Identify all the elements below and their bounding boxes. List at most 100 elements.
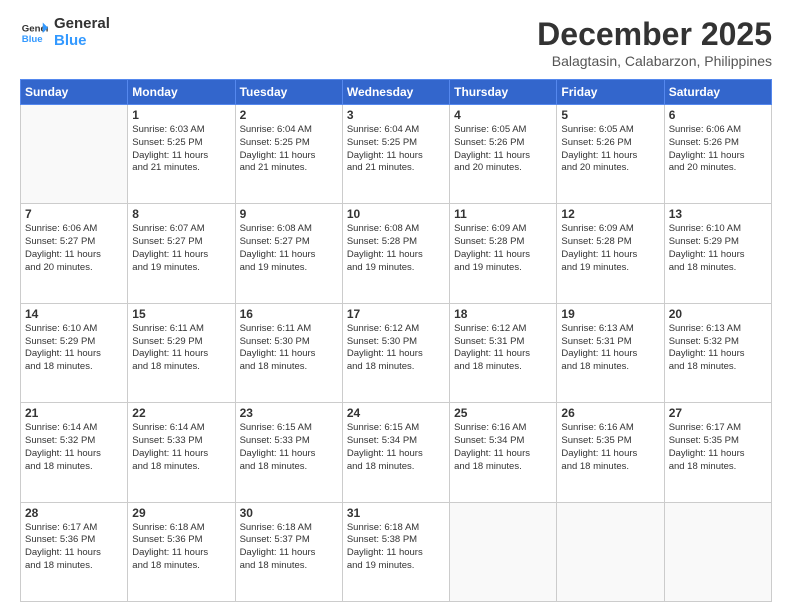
day-info: Sunrise: 6:11 AM Sunset: 5:30 PM Dayligh… (240, 323, 338, 374)
day-number: 19 (561, 307, 659, 321)
table-cell: 19 Sunrise: 6:13 AM Sunset: 5:31 PM Dayli… (557, 303, 664, 402)
day-info: Sunrise: 6:12 AM Sunset: 5:30 PM Dayligh… (347, 323, 445, 374)
table-cell: 20 Sunrise: 6:13 AM Sunset: 5:32 PM Dayli… (664, 303, 771, 402)
table-cell: 10 Sunrise: 6:08 AM Sunset: 5:28 PM Dayli… (342, 204, 449, 303)
day-info: Sunrise: 6:05 AM Sunset: 5:26 PM Dayligh… (561, 124, 659, 175)
day-number: 2 (240, 108, 338, 122)
calendar-week-row: 14Sunrise: 6:10 AM Sunset: 5:29 PM Dayli… (21, 303, 772, 402)
table-cell: 18 Sunrise: 6:12 AM Sunset: 5:31 PM Dayli… (450, 303, 557, 402)
day-number: 26 (561, 406, 659, 420)
day-number: 15 (132, 307, 230, 321)
table-cell: 27 Sunrise: 6:17 AM Sunset: 5:35 PM Dayli… (664, 403, 771, 502)
table-cell: 16 Sunrise: 6:11 AM Sunset: 5:30 PM Dayli… (235, 303, 342, 402)
day-number: 8 (132, 207, 230, 221)
day-number: 27 (669, 406, 767, 420)
day-info: Sunrise: 6:18 AM Sunset: 5:36 PM Dayligh… (132, 522, 230, 573)
table-cell: 17 Sunrise: 6:12 AM Sunset: 5:30 PM Dayli… (342, 303, 449, 402)
day-info: Sunrise: 6:06 AM Sunset: 5:26 PM Dayligh… (669, 124, 767, 175)
page: General Blue General Blue December 2025 … (0, 0, 792, 612)
table-cell: 3 Sunrise: 6:04 AM Sunset: 5:25 PM Daylig… (342, 105, 449, 204)
day-number: 25 (454, 406, 552, 420)
day-info: Sunrise: 6:04 AM Sunset: 5:25 PM Dayligh… (240, 124, 338, 175)
calendar-week-row: 21 Sunrise: 6:14 AM Sunset: 5:32 PM Dayli… (21, 403, 772, 502)
table-cell: 31Sunrise: 6:18 AM Sunset: 5:38 PM Dayli… (342, 502, 449, 601)
day-info: Sunrise: 6:12 AM Sunset: 5:31 PM Dayligh… (454, 323, 552, 374)
table-cell: 14Sunrise: 6:10 AM Sunset: 5:29 PM Dayli… (21, 303, 128, 402)
day-info: Sunrise: 6:08 AM Sunset: 5:27 PM Dayligh… (240, 223, 338, 274)
day-info: Sunrise: 6:07 AM Sunset: 5:27 PM Dayligh… (132, 223, 230, 274)
table-cell: 4 Sunrise: 6:05 AM Sunset: 5:26 PM Daylig… (450, 105, 557, 204)
table-cell: 12Sunrise: 6:09 AM Sunset: 5:28 PM Dayli… (557, 204, 664, 303)
day-number: 1 (132, 108, 230, 122)
logo-icon: General Blue (20, 19, 48, 47)
table-cell: 8 Sunrise: 6:07 AM Sunset: 5:27 PM Daylig… (128, 204, 235, 303)
day-number: 3 (347, 108, 445, 122)
day-info: Sunrise: 6:09 AM Sunset: 5:28 PM Dayligh… (454, 223, 552, 274)
day-info: Sunrise: 6:17 AM Sunset: 5:35 PM Dayligh… (669, 422, 767, 473)
table-cell: 29Sunrise: 6:18 AM Sunset: 5:36 PM Dayli… (128, 502, 235, 601)
header-thursday: Thursday (450, 80, 557, 105)
day-info: Sunrise: 6:18 AM Sunset: 5:38 PM Dayligh… (347, 522, 445, 573)
day-info: Sunrise: 6:15 AM Sunset: 5:33 PM Dayligh… (240, 422, 338, 473)
day-info: Sunrise: 6:05 AM Sunset: 5:26 PM Dayligh… (454, 124, 552, 175)
table-cell: 24Sunrise: 6:15 AM Sunset: 5:34 PM Dayli… (342, 403, 449, 502)
day-number: 24 (347, 406, 445, 420)
day-info: Sunrise: 6:11 AM Sunset: 5:29 PM Dayligh… (132, 323, 230, 374)
header-wednesday: Wednesday (342, 80, 449, 105)
header-sunday: Sunday (21, 80, 128, 105)
day-number: 17 (347, 307, 445, 321)
day-number: 18 (454, 307, 552, 321)
day-number: 13 (669, 207, 767, 221)
day-info: Sunrise: 6:10 AM Sunset: 5:29 PM Dayligh… (25, 323, 123, 374)
day-info: Sunrise: 6:10 AM Sunset: 5:29 PM Dayligh… (669, 223, 767, 274)
day-info: Sunrise: 6:14 AM Sunset: 5:32 PM Dayligh… (25, 422, 123, 473)
day-info: Sunrise: 6:14 AM Sunset: 5:33 PM Dayligh… (132, 422, 230, 473)
header-monday: Monday (128, 80, 235, 105)
table-cell: 11Sunrise: 6:09 AM Sunset: 5:28 PM Dayli… (450, 204, 557, 303)
day-info: Sunrise: 6:08 AM Sunset: 5:28 PM Dayligh… (347, 223, 445, 274)
table-cell: 2 Sunrise: 6:04 AM Sunset: 5:25 PM Daylig… (235, 105, 342, 204)
header: General Blue General Blue December 2025 … (20, 16, 772, 69)
table-cell: 25 Sunrise: 6:16 AM Sunset: 5:34 PM Dayli… (450, 403, 557, 502)
day-info: Sunrise: 6:13 AM Sunset: 5:32 PM Dayligh… (669, 323, 767, 374)
day-number: 23 (240, 406, 338, 420)
calendar-week-row: 7Sunrise: 6:06 AM Sunset: 5:27 PM Daylig… (21, 204, 772, 303)
day-number: 4 (454, 108, 552, 122)
logo-text-blue: Blue (54, 33, 110, 50)
calendar-week-row: 1Sunrise: 6:03 AM Sunset: 5:25 PM Daylig… (21, 105, 772, 204)
table-cell: 15 Sunrise: 6:11 AM Sunset: 5:29 PM Dayli… (128, 303, 235, 402)
table-cell (664, 502, 771, 601)
header-saturday: Saturday (664, 80, 771, 105)
svg-text:Blue: Blue (22, 33, 43, 44)
day-info: Sunrise: 6:16 AM Sunset: 5:35 PM Dayligh… (561, 422, 659, 473)
location: Balagtasin, Calabarzon, Philippines (537, 53, 772, 69)
calendar-week-row: 28 Sunrise: 6:17 AM Sunset: 5:36 PM Dayli… (21, 502, 772, 601)
title-block: December 2025 Balagtasin, Calabarzon, Ph… (537, 16, 772, 69)
logo: General Blue General Blue (20, 16, 110, 49)
table-cell: 1Sunrise: 6:03 AM Sunset: 5:25 PM Daylig… (128, 105, 235, 204)
day-info: Sunrise: 6:13 AM Sunset: 5:31 PM Dayligh… (561, 323, 659, 374)
day-info: Sunrise: 6:18 AM Sunset: 5:37 PM Dayligh… (240, 522, 338, 573)
day-info: Sunrise: 6:17 AM Sunset: 5:36 PM Dayligh… (25, 522, 123, 573)
calendar-table: Sunday Monday Tuesday Wednesday Thursday… (20, 79, 772, 602)
table-cell: 7Sunrise: 6:06 AM Sunset: 5:27 PM Daylig… (21, 204, 128, 303)
table-cell: 23 Sunrise: 6:15 AM Sunset: 5:33 PM Dayli… (235, 403, 342, 502)
day-number: 10 (347, 207, 445, 221)
day-number: 5 (561, 108, 659, 122)
table-cell: 30 Sunrise: 6:18 AM Sunset: 5:37 PM Dayli… (235, 502, 342, 601)
day-info: Sunrise: 6:04 AM Sunset: 5:25 PM Dayligh… (347, 124, 445, 175)
month-title: December 2025 (537, 16, 772, 53)
day-number: 20 (669, 307, 767, 321)
day-number: 22 (132, 406, 230, 420)
table-cell (450, 502, 557, 601)
table-cell (557, 502, 664, 601)
table-cell: 6Sunrise: 6:06 AM Sunset: 5:26 PM Daylig… (664, 105, 771, 204)
day-number: 30 (240, 506, 338, 520)
day-number: 12 (561, 207, 659, 221)
day-number: 16 (240, 307, 338, 321)
header-friday: Friday (557, 80, 664, 105)
day-number: 21 (25, 406, 123, 420)
day-info: Sunrise: 6:16 AM Sunset: 5:34 PM Dayligh… (454, 422, 552, 473)
header-tuesday: Tuesday (235, 80, 342, 105)
day-number: 28 (25, 506, 123, 520)
